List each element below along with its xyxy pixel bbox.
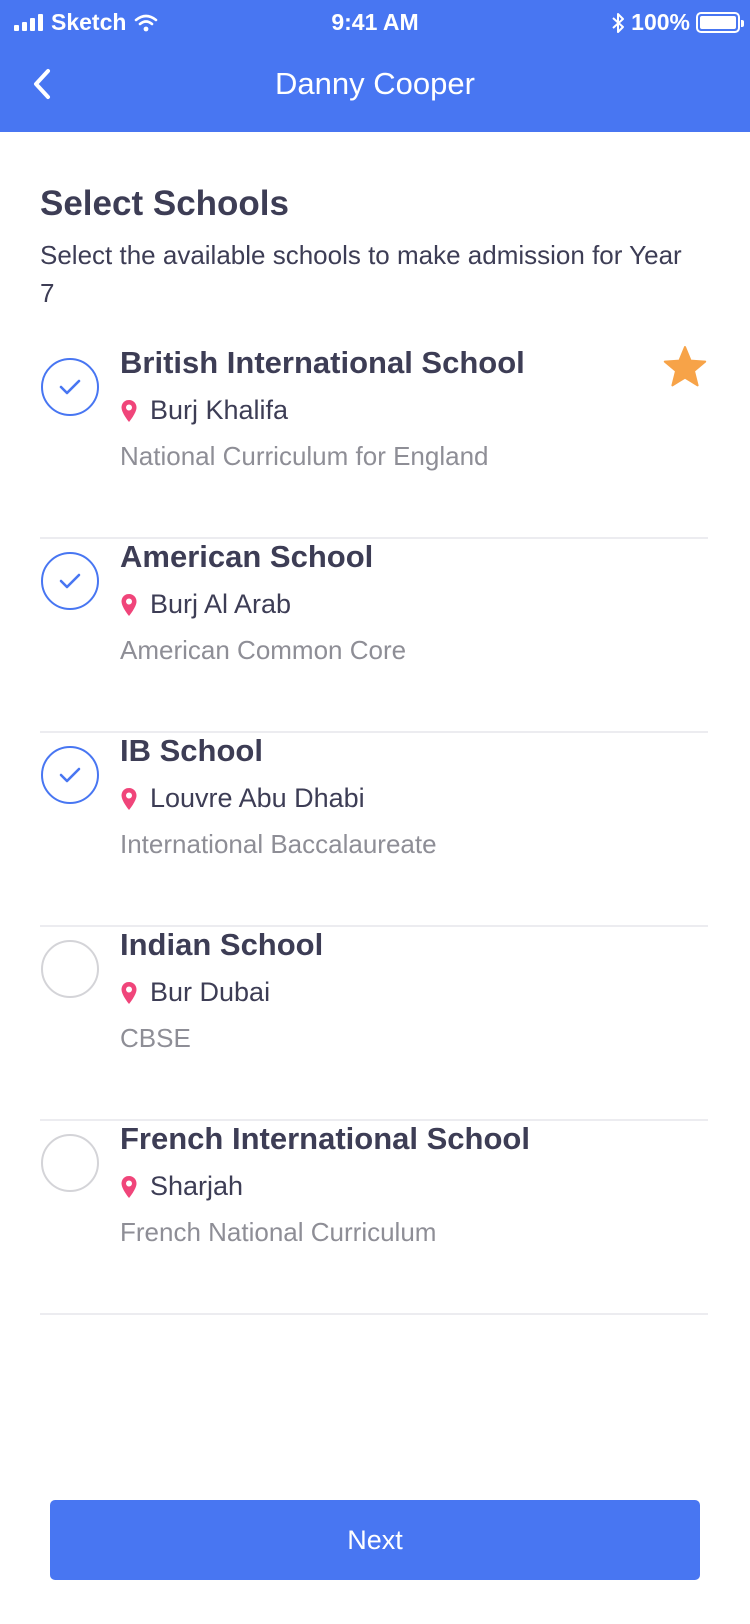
select-checkbox[interactable] — [41, 552, 99, 610]
school-row[interactable]: IB School Louvre Abu Dhabi International B… — [40, 733, 708, 927]
school-curriculum: International Baccalaureate — [120, 829, 437, 859]
bluetooth-icon — [612, 12, 625, 33]
app-header: Sketch 9:41 AM 100% Danny Cooper — [0, 0, 750, 132]
select-checkbox[interactable] — [41, 746, 99, 804]
next-button[interactable]: Next — [50, 1500, 700, 1580]
checkmark-icon — [59, 573, 81, 589]
checkmark-icon — [59, 767, 81, 783]
school-name: IB School — [120, 733, 263, 768]
school-row[interactable]: British International School Burj Khalifa… — [40, 345, 708, 539]
school-row[interactable]: French International School Sharjah French… — [40, 1121, 708, 1315]
status-bar: Sketch 9:41 AM 100% — [0, 0, 750, 44]
page-title: Select Schools — [40, 184, 289, 223]
school-name: Indian School — [120, 927, 324, 962]
school-curriculum: American Common Core — [120, 635, 407, 665]
school-location: Louvre Abu Dhabi — [120, 783, 365, 814]
school-location-label: Burj Khalifa — [150, 395, 289, 425]
status-right: 100% — [611, 9, 744, 36]
location-pin-icon — [121, 981, 137, 1004]
location-pin-icon — [121, 399, 137, 422]
select-checkbox[interactable] — [41, 940, 99, 998]
school-location: Burj Al Arab — [120, 589, 291, 620]
school-name: American School — [120, 539, 374, 574]
school-location: Bur Dubai — [120, 977, 270, 1008]
school-list: British International School Burj Khalifa… — [0, 345, 750, 1315]
school-name: British International School — [120, 345, 525, 380]
nav-title: Danny Cooper — [275, 66, 475, 101]
location-pin-icon — [121, 787, 137, 810]
school-location-label: Bur Dubai — [150, 977, 271, 1007]
school-location: Sharjah — [120, 1171, 243, 1202]
page-subtitle: Select the available schools to make adm… — [40, 240, 682, 308]
school-row[interactable]: American School Burj Al Arab American Comm… — [40, 539, 708, 733]
favorite-star-icon[interactable] — [662, 345, 708, 389]
checkmark-icon — [59, 379, 81, 395]
school-location: Burj Khalifa — [120, 395, 288, 426]
battery-percent: 100% — [631, 9, 690, 35]
location-pin-icon — [121, 593, 137, 616]
nav-bar: Danny Cooper — [0, 50, 750, 122]
select-checkbox[interactable] — [41, 1134, 99, 1192]
school-row[interactable]: Indian School Bur Dubai CBSE — [40, 927, 708, 1121]
school-curriculum: National Curriculum for England — [120, 441, 489, 471]
select-checkbox[interactable] — [41, 358, 99, 416]
location-pin-icon — [121, 1175, 137, 1198]
school-curriculum: CBSE — [120, 1023, 191, 1053]
school-location-label: Louvre Abu Dhabi — [150, 783, 365, 813]
school-curriculum: French National Curriculum — [120, 1217, 437, 1247]
battery-icon — [696, 12, 744, 33]
school-location-label: Sharjah — [150, 1171, 244, 1201]
school-name: French International School — [120, 1121, 530, 1156]
school-location-label: Burj Al Arab — [150, 589, 292, 619]
